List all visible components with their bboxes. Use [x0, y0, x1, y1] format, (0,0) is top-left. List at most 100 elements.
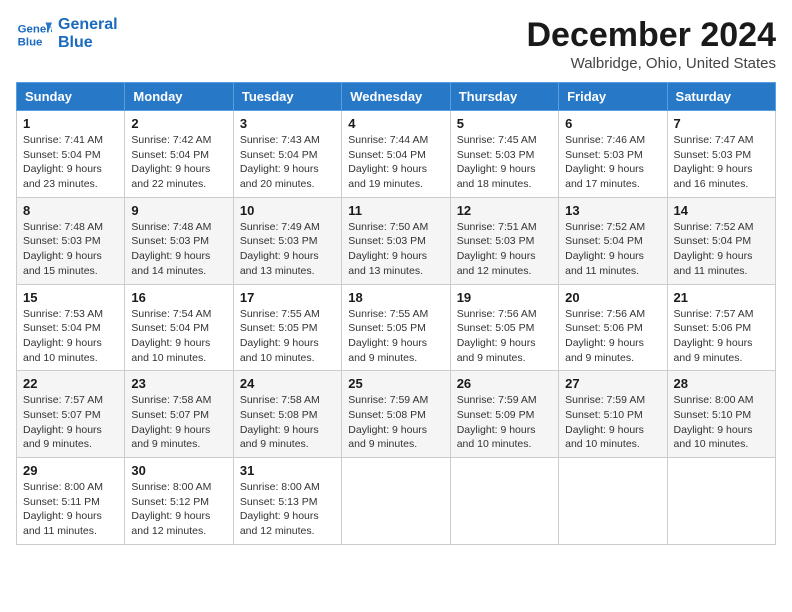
calendar-cell: 24Sunrise: 7:58 AM Sunset: 5:08 PM Dayli… — [233, 371, 341, 458]
day-number: 30 — [131, 463, 226, 478]
day-number: 19 — [457, 290, 552, 305]
calendar-cell: 26 Sunrise: 7:59 AM Sunset: 5:09 PM Dayli… — [450, 371, 558, 458]
day-info: Sunrise: 7:57 AM Sunset: 5:06 PM Dayligh… — [674, 307, 769, 366]
day-info: Sunrise: 7:43 AM Sunset: 5:04 PM Dayligh… — [240, 133, 335, 192]
day-info: Sunrise: 7:41 AM Sunset: 5:04 PM Dayligh… — [23, 133, 118, 192]
calendar-cell: 1 Sunrise: 7:41 AM Sunset: 5:04 PM Daylig… — [17, 111, 125, 198]
day-info: Sunrise: 8:00 AM Sunset: 5:12 PM Dayligh… — [131, 480, 226, 539]
day-number: 11 — [348, 203, 443, 218]
day-info: Sunrise: 7:59 AM Sunset: 5:08 PM Dayligh… — [348, 393, 443, 452]
calendar-header: SundayMondayTuesdayWednesdayThursdayFrid… — [17, 83, 776, 111]
day-info: Sunrise: 7:49 AM Sunset: 5:03 PM Dayligh… — [240, 220, 335, 279]
calendar-cell: 10Sunrise: 7:49 AM Sunset: 5:03 PM Dayli… — [233, 197, 341, 284]
calendar-week-row: 8 Sunrise: 7:48 AM Sunset: 5:03 PM Daylig… — [17, 197, 776, 284]
calendar-cell — [450, 458, 558, 545]
logo: General Blue General Blue — [16, 16, 118, 52]
day-info: Sunrise: 8:00 AM Sunset: 5:10 PM Dayligh… — [674, 393, 769, 452]
day-info: Sunrise: 7:45 AM Sunset: 5:03 PM Dayligh… — [457, 133, 552, 192]
calendar-cell: 8 Sunrise: 7:48 AM Sunset: 5:03 PM Daylig… — [17, 197, 125, 284]
location: Walbridge, Ohio, United States — [526, 55, 776, 72]
calendar-cell: 15 Sunrise: 7:53 AM Sunset: 5:04 PM Dayli… — [17, 284, 125, 371]
day-info: Sunrise: 7:56 AM Sunset: 5:05 PM Dayligh… — [457, 307, 552, 366]
calendar-cell: 21 Sunrise: 7:57 AM Sunset: 5:06 PM Dayli… — [667, 284, 775, 371]
day-info: Sunrise: 7:53 AM Sunset: 5:04 PM Dayligh… — [23, 307, 118, 366]
day-info: Sunrise: 7:57 AM Sunset: 5:07 PM Dayligh… — [23, 393, 118, 452]
calendar-cell: 19 Sunrise: 7:56 AM Sunset: 5:05 PM Dayli… — [450, 284, 558, 371]
calendar-week-row: 22 Sunrise: 7:57 AM Sunset: 5:07 PM Dayli… — [17, 371, 776, 458]
weekday-header-monday: Monday — [125, 83, 233, 111]
day-number: 3 — [240, 116, 335, 131]
calendar-cell: 13Sunrise: 7:52 AM Sunset: 5:04 PM Dayli… — [559, 197, 667, 284]
day-info: Sunrise: 7:44 AM Sunset: 5:04 PM Dayligh… — [348, 133, 443, 192]
calendar-cell: 25 Sunrise: 7:59 AM Sunset: 5:08 PM Dayli… — [342, 371, 450, 458]
day-info: Sunrise: 7:55 AM Sunset: 5:05 PM Dayligh… — [240, 307, 335, 366]
day-number: 1 — [23, 116, 118, 131]
day-number: 6 — [565, 116, 660, 131]
day-number: 29 — [23, 463, 118, 478]
day-number: 25 — [348, 376, 443, 391]
month-title: December 2024 — [526, 16, 776, 55]
weekday-header-row: SundayMondayTuesdayWednesdayThursdayFrid… — [17, 83, 776, 111]
weekday-header-wednesday: Wednesday — [342, 83, 450, 111]
day-number: 15 — [23, 290, 118, 305]
calendar-cell: 23 Sunrise: 7:58 AM Sunset: 5:07 PM Dayli… — [125, 371, 233, 458]
day-number: 4 — [348, 116, 443, 131]
calendar-cell — [667, 458, 775, 545]
logo-general: General — [58, 16, 118, 34]
logo-icon: General Blue — [16, 16, 52, 52]
page-header: General Blue General Blue December 2024 … — [16, 16, 776, 72]
calendar-cell: 27 Sunrise: 7:59 AM Sunset: 5:10 PM Dayli… — [559, 371, 667, 458]
day-info: Sunrise: 7:46 AM Sunset: 5:03 PM Dayligh… — [565, 133, 660, 192]
day-info: Sunrise: 7:42 AM Sunset: 5:04 PM Dayligh… — [131, 133, 226, 192]
day-number: 7 — [674, 116, 769, 131]
day-number: 12 — [457, 203, 552, 218]
day-info: Sunrise: 7:59 AM Sunset: 5:10 PM Dayligh… — [565, 393, 660, 452]
calendar-cell: 7 Sunrise: 7:47 AM Sunset: 5:03 PM Daylig… — [667, 111, 775, 198]
day-number: 21 — [674, 290, 769, 305]
day-number: 17 — [240, 290, 335, 305]
calendar-cell: 6 Sunrise: 7:46 AM Sunset: 5:03 PM Daylig… — [559, 111, 667, 198]
calendar-cell: 12 Sunrise: 7:51 AM Sunset: 5:03 PM Dayli… — [450, 197, 558, 284]
svg-text:Blue: Blue — [18, 36, 43, 48]
calendar-cell — [559, 458, 667, 545]
day-number: 22 — [23, 376, 118, 391]
day-number: 24 — [240, 376, 335, 391]
calendar-cell: 11 Sunrise: 7:50 AM Sunset: 5:03 PM Dayli… — [342, 197, 450, 284]
day-info: Sunrise: 7:47 AM Sunset: 5:03 PM Dayligh… — [674, 133, 769, 192]
calendar-week-row: 29Sunrise: 8:00 AM Sunset: 5:11 PM Dayli… — [17, 458, 776, 545]
day-info: Sunrise: 7:55 AM Sunset: 5:05 PM Dayligh… — [348, 307, 443, 366]
day-info: Sunrise: 7:48 AM Sunset: 5:03 PM Dayligh… — [131, 220, 226, 279]
day-number: 31 — [240, 463, 335, 478]
title-section: December 2024 Walbridge, Ohio, United St… — [526, 16, 776, 72]
calendar-cell: 14Sunrise: 7:52 AM Sunset: 5:04 PM Dayli… — [667, 197, 775, 284]
day-number: 9 — [131, 203, 226, 218]
day-number: 26 — [457, 376, 552, 391]
calendar-cell: 5 Sunrise: 7:45 AM Sunset: 5:03 PM Daylig… — [450, 111, 558, 198]
calendar-cell: 28 Sunrise: 8:00 AM Sunset: 5:10 PM Dayli… — [667, 371, 775, 458]
day-info: Sunrise: 7:48 AM Sunset: 5:03 PM Dayligh… — [23, 220, 118, 279]
day-info: Sunrise: 7:56 AM Sunset: 5:06 PM Dayligh… — [565, 307, 660, 366]
day-number: 23 — [131, 376, 226, 391]
weekday-header-sunday: Sunday — [17, 83, 125, 111]
calendar-cell: 3 Sunrise: 7:43 AM Sunset: 5:04 PM Daylig… — [233, 111, 341, 198]
day-info: Sunrise: 7:50 AM Sunset: 5:03 PM Dayligh… — [348, 220, 443, 279]
calendar-table: SundayMondayTuesdayWednesdayThursdayFrid… — [16, 82, 776, 545]
calendar-cell: 18Sunrise: 7:55 AM Sunset: 5:05 PM Dayli… — [342, 284, 450, 371]
day-info: Sunrise: 7:59 AM Sunset: 5:09 PM Dayligh… — [457, 393, 552, 452]
calendar-cell: 16Sunrise: 7:54 AM Sunset: 5:04 PM Dayli… — [125, 284, 233, 371]
day-number: 16 — [131, 290, 226, 305]
day-number: 5 — [457, 116, 552, 131]
day-number: 14 — [674, 203, 769, 218]
calendar-cell: 20Sunrise: 7:56 AM Sunset: 5:06 PM Dayli… — [559, 284, 667, 371]
calendar-week-row: 1 Sunrise: 7:41 AM Sunset: 5:04 PM Daylig… — [17, 111, 776, 198]
weekday-header-friday: Friday — [559, 83, 667, 111]
weekday-header-tuesday: Tuesday — [233, 83, 341, 111]
calendar-cell: 2Sunrise: 7:42 AM Sunset: 5:04 PM Daylig… — [125, 111, 233, 198]
day-number: 27 — [565, 376, 660, 391]
calendar-cell — [342, 458, 450, 545]
calendar-body: 1 Sunrise: 7:41 AM Sunset: 5:04 PM Daylig… — [17, 111, 776, 545]
day-number: 8 — [23, 203, 118, 218]
day-info: Sunrise: 7:58 AM Sunset: 5:07 PM Dayligh… — [131, 393, 226, 452]
day-number: 28 — [674, 376, 769, 391]
day-info: Sunrise: 7:51 AM Sunset: 5:03 PM Dayligh… — [457, 220, 552, 279]
